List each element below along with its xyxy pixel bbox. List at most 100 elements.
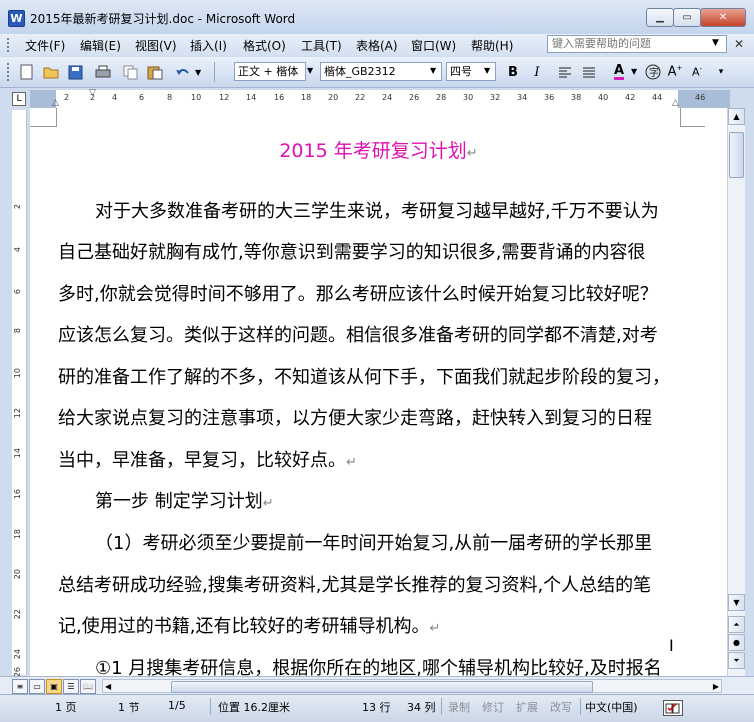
horizontal-scrollbar[interactable]: ◀ ▶ (102, 679, 722, 693)
menu-edit[interactable]: 编辑(E) (80, 37, 121, 54)
toolbar-grip[interactable] (7, 63, 12, 81)
style-dropdown-icon[interactable]: ▼ (307, 66, 313, 75)
chevron-down-icon[interactable]: ▼ (712, 38, 719, 48)
undo-dropdown-icon[interactable]: ▼ (195, 68, 201, 77)
status-page-count: 1/5 (168, 699, 186, 712)
paste-button[interactable] (146, 63, 164, 81)
grow-font-icon: A+ (667, 64, 683, 80)
vruler-tick: 6 (13, 289, 22, 295)
minimize-icon: ▁ (656, 12, 664, 23)
phonetic-button[interactable]: 字 (644, 63, 662, 81)
scroll-down-button[interactable]: ▼ (728, 594, 745, 611)
font-color-button[interactable]: A (610, 63, 628, 81)
vertical-scroll-thumb[interactable] (729, 132, 744, 178)
vruler-tick: 12 (13, 408, 22, 419)
close-icon: ✕ (718, 12, 728, 23)
section-heading-text: 第一步 制定学习计划 (95, 491, 263, 512)
menu-table[interactable]: 表格(A) (356, 37, 398, 54)
font-dropdown-icon[interactable]: ▼ (430, 66, 436, 75)
vruler-tick: 2 (13, 204, 22, 210)
vertical-scrollbar[interactable]: ▲ ▼ ⏶ ● ⏷ (727, 108, 745, 676)
document-close-icon[interactable]: ✕ (734, 37, 744, 51)
vruler-tick: 24 (13, 649, 22, 660)
menu-window[interactable]: 窗口(W) (411, 37, 456, 54)
style-select[interactable]: 正文 + 楷体 (234, 62, 306, 81)
horizontal-scroll-thumb[interactable] (171, 681, 593, 693)
menu-insert[interactable]: 插入(I) (190, 37, 227, 54)
document-title: 2015 年考研复习计划↵ (30, 136, 727, 163)
minimize-button[interactable]: ▁ (646, 8, 674, 27)
paragraph-line: 给大家说点复习的注意事项，以方便大家少走弯路，赶快转入到复习的日程 (58, 408, 652, 429)
bold-button[interactable]: B (504, 63, 522, 81)
font-size-dropdown-icon[interactable]: ▼ (484, 66, 490, 75)
margin-corner-mark (30, 108, 57, 127)
open-button[interactable] (42, 63, 60, 81)
undo-button[interactable] (174, 63, 192, 81)
ruler-tick: 4 (112, 93, 118, 102)
close-button[interactable]: ✕ (700, 8, 746, 27)
ruler-tick: 34 (517, 93, 528, 102)
font-select[interactable]: 楷体_GB2312 (320, 62, 442, 81)
left-indent-marker[interactable]: △ (52, 98, 59, 108)
ruler-tick: 38 (571, 93, 582, 102)
print-layout-button[interactable]: ▣ (46, 679, 62, 694)
shrink-font-icon: A- (691, 65, 703, 79)
maximize-button[interactable]: ▭ (673, 8, 701, 27)
new-document-button[interactable] (18, 63, 36, 81)
menu-tools[interactable]: 工具(T) (301, 37, 342, 54)
menu-help[interactable]: 帮助(H) (471, 37, 513, 54)
copy-button[interactable] (122, 63, 140, 81)
vertical-ruler[interactable]: 2 4 6 8 10 12 14 16 18 20 22 24 26 (12, 110, 27, 677)
ruler-tick: 44 (652, 93, 663, 102)
paragraph-line: 研的准备工作了解的不多，不知道该从何下手，下面我们就起步阶段的复习， (58, 367, 670, 388)
paragraph-line-last: 记,使用过的书籍,还有比较好的考研辅导机构。↵ (58, 606, 708, 649)
right-indent-marker[interactable]: △ (672, 98, 679, 108)
previous-page-button[interactable]: ⏶ (728, 616, 745, 633)
status-track-changes[interactable]: 修订 (482, 699, 504, 715)
outline-view-button[interactable]: ☰ (63, 679, 79, 694)
reading-layout-button[interactable]: 📖 (80, 679, 96, 694)
scroll-right-icon[interactable]: ▶ (713, 682, 719, 691)
menu-format[interactable]: 格式(O) (243, 37, 286, 54)
document-page[interactable]: 2015 年考研复习计划↵ 对于大多数准备考研的大三学生来说，考研复习越早越好,… (30, 108, 727, 676)
print-button[interactable] (94, 63, 112, 81)
word-app-icon[interactable]: W (8, 10, 25, 27)
paragraph-mark: ↵ (466, 146, 478, 161)
font-color-icon: A (613, 63, 625, 80)
shrink-font-button[interactable]: A- (688, 63, 706, 81)
save-button[interactable] (66, 63, 84, 81)
status-language[interactable]: 中文(中国) (585, 699, 638, 715)
vruler-tick: 8 (13, 328, 22, 334)
tab-selector[interactable]: L (12, 92, 26, 106)
help-search-input[interactable] (547, 35, 727, 53)
status-extend[interactable]: 扩展 (516, 699, 538, 715)
menu-file[interactable]: 文件(F) (25, 37, 65, 54)
grow-font-button[interactable]: A+ (666, 63, 684, 81)
new-document-icon (20, 64, 33, 80)
menubar-grip[interactable] (7, 38, 12, 52)
scroll-left-icon[interactable]: ◀ (105, 682, 111, 691)
spelling-status-icon[interactable] (663, 700, 683, 716)
menu-view[interactable]: 视图(V) (135, 37, 177, 54)
book-check-icon (665, 703, 680, 714)
scroll-up-button[interactable]: ▲ (728, 108, 745, 125)
justify-button[interactable] (580, 63, 598, 81)
horizontal-ruler[interactable]: 2 2 4 6 8 10 12 14 16 18 20 22 24 26 28 … (30, 88, 730, 109)
paragraph-line: （1）考研必须至少要提前一年时间开始复习,从前一届考研的学长那里 (95, 533, 653, 554)
ruler-tick: 20 (328, 93, 339, 102)
reading-layout-icon: 📖 (83, 682, 93, 691)
normal-view-button[interactable]: ≡ (12, 679, 28, 694)
status-record[interactable]: 录制 (448, 699, 470, 715)
toolbar-options-button[interactable]: ▾ (712, 63, 730, 81)
align-left-button[interactable] (556, 63, 574, 81)
italic-button[interactable]: I (528, 63, 546, 81)
ruler-tick: 6 (139, 93, 145, 102)
select-browse-object-button[interactable]: ● (728, 634, 745, 651)
first-line-indent-marker[interactable]: ▽ (89, 88, 96, 98)
font-color-dropdown-icon[interactable]: ▼ (631, 67, 637, 76)
ruler-tick: 30 (463, 93, 474, 102)
status-overtype[interactable]: 改写 (550, 699, 572, 715)
next-page-button[interactable]: ⏷ (728, 652, 745, 669)
web-layout-button[interactable]: ▭ (29, 679, 45, 694)
paragraph-line: 总结考研成功经验,搜集考研资料,尤其是学长推荐的复习资料,个人总结的笔 (58, 575, 652, 596)
